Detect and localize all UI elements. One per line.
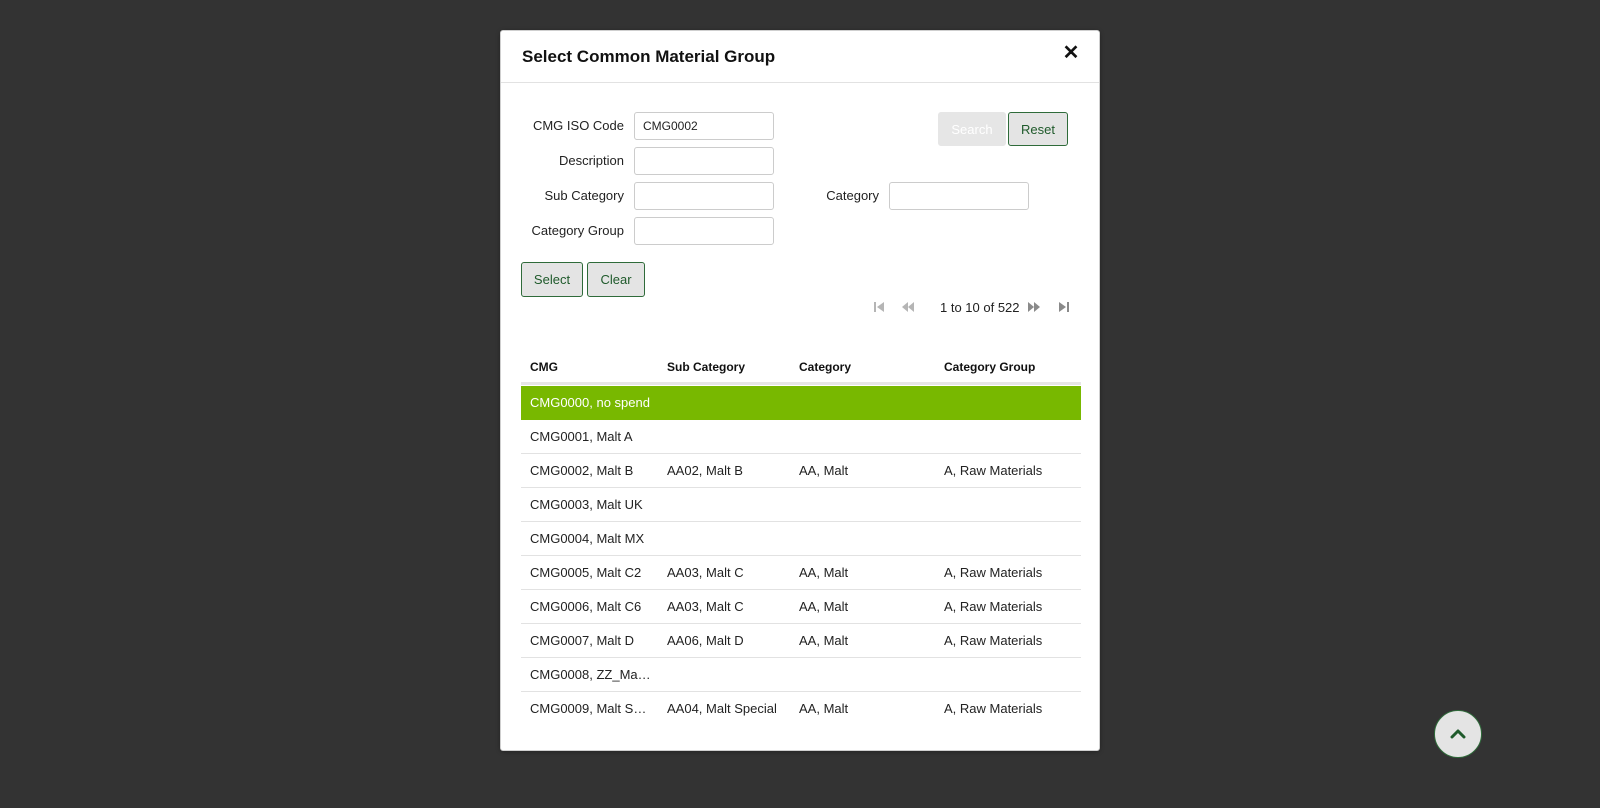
table-row[interactable]: CMG0007, Malt D AA06, Malt D AA, Malt A,… bbox=[521, 624, 1081, 658]
column-header-cmg[interactable]: CMG bbox=[530, 360, 558, 374]
category-cell: AA, Malt bbox=[799, 599, 849, 614]
sub-category-cell: AA04, Malt Special bbox=[667, 701, 777, 716]
select-button[interactable]: Select bbox=[521, 262, 583, 297]
sub-category-input[interactable] bbox=[634, 182, 774, 210]
category-input[interactable] bbox=[889, 182, 1029, 210]
category-cell: AA, Malt bbox=[799, 701, 849, 716]
sub-category-cell: AA02, Malt B bbox=[667, 463, 743, 478]
column-header-sub-category[interactable]: Sub Category bbox=[667, 360, 745, 374]
table-row[interactable]: CMG0003, Malt UK bbox=[521, 488, 1081, 522]
scroll-to-top-button[interactable] bbox=[1434, 710, 1482, 758]
category-cell: AA, Malt bbox=[799, 633, 849, 648]
table-header: CMG Sub Category Category Category Group bbox=[521, 349, 1081, 385]
description-input[interactable] bbox=[634, 147, 774, 175]
cmg-cell: CMG0002, Malt B bbox=[530, 463, 634, 478]
category-group-cell: A, Raw Materials bbox=[944, 463, 1043, 478]
table-body: CMG0000, no spend CMG0001, Malt A CMG000… bbox=[521, 386, 1081, 726]
cmg-cell: CMG0006, Malt C6 bbox=[530, 599, 642, 614]
category-cell: AA, Malt bbox=[799, 463, 849, 478]
select-cmg-modal: Select Common Material Group ✕ CMG ISO C… bbox=[500, 30, 1100, 751]
category-label: Category bbox=[826, 188, 879, 203]
category-group-cell: A, Raw Materials bbox=[944, 565, 1043, 580]
clear-button[interactable]: Clear bbox=[587, 262, 645, 297]
previous-page-icon[interactable] bbox=[900, 301, 916, 317]
table-row[interactable]: CMG0002, Malt B AA02, Malt B AA, Malt A,… bbox=[521, 454, 1081, 488]
category-group-cell: A, Raw Materials bbox=[944, 633, 1043, 648]
category-group-label: Category Group bbox=[531, 223, 625, 238]
category-group-cell: A, Raw Materials bbox=[944, 701, 1043, 716]
category-group-input[interactable] bbox=[634, 217, 774, 245]
first-page-icon[interactable] bbox=[871, 301, 887, 317]
table-row[interactable]: CMG0009, Malt Spe... AA04, Malt Special … bbox=[521, 692, 1081, 726]
cmg-cell: CMG0008, ZZ_Malt... bbox=[530, 667, 652, 682]
cmg-cell: CMG0004, Malt MX bbox=[530, 531, 645, 546]
cmg-cell: CMG0003, Malt UK bbox=[530, 497, 643, 512]
modal-title: Select Common Material Group bbox=[522, 47, 776, 66]
table-row[interactable]: CMG0000, no spend bbox=[521, 386, 1081, 420]
cmg-iso-code-label: CMG ISO Code bbox=[532, 118, 624, 133]
table-row[interactable]: CMG0005, Malt C2 AA03, Malt C AA, Malt A… bbox=[521, 556, 1081, 590]
reset-button[interactable]: Reset bbox=[1008, 112, 1068, 146]
cmg-iso-code-input[interactable] bbox=[634, 112, 774, 140]
cmg-cell: CMG0009, Malt Spe... bbox=[530, 701, 652, 716]
modal-header: Select Common Material Group ✕ bbox=[501, 31, 1099, 83]
table-row[interactable]: CMG0006, Malt C6 AA03, Malt C AA, Malt A… bbox=[521, 590, 1081, 624]
column-header-category[interactable]: Category bbox=[799, 360, 851, 374]
sub-category-label: Sub Category bbox=[544, 188, 625, 203]
category-cell: AA, Malt bbox=[799, 565, 849, 580]
sub-category-cell: AA06, Malt D bbox=[667, 633, 744, 648]
cmg-cell: CMG0007, Malt D bbox=[530, 633, 635, 648]
category-group-cell: A, Raw Materials bbox=[944, 599, 1043, 614]
column-header-category-group[interactable]: Category Group bbox=[944, 360, 1035, 374]
table-row[interactable]: CMG0001, Malt A bbox=[521, 420, 1081, 454]
description-label: Description bbox=[558, 153, 624, 168]
last-page-icon[interactable] bbox=[1056, 301, 1072, 317]
close-icon[interactable]: ✕ bbox=[1061, 43, 1081, 63]
cmg-cell: CMG0005, Malt C2 bbox=[530, 565, 642, 580]
next-page-icon[interactable] bbox=[1026, 301, 1042, 317]
cmg-cell: CMG0000, no spend bbox=[530, 395, 650, 410]
sub-category-cell: AA03, Malt C bbox=[667, 599, 744, 614]
table-row[interactable]: CMG0004, Malt MX bbox=[521, 522, 1081, 556]
pager-text: 1 to 10 of 522 bbox=[940, 300, 1020, 315]
search-button[interactable]: Search bbox=[938, 112, 1006, 146]
chevron-up-icon bbox=[1450, 729, 1466, 739]
cmg-cell: CMG0001, Malt A bbox=[530, 429, 633, 444]
table-row[interactable]: CMG0008, ZZ_Malt... bbox=[521, 658, 1081, 692]
sub-category-cell: AA03, Malt C bbox=[667, 565, 744, 580]
